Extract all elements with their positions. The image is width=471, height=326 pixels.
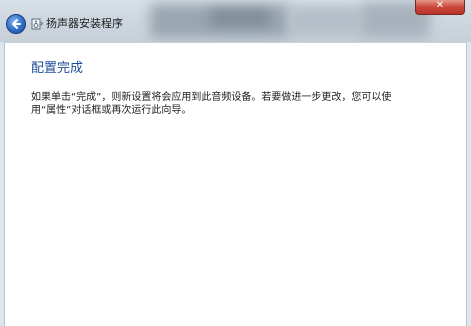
close-icon: ✕ [435,0,445,11]
title-bar: ✕ 扬声器安装程序 [0,0,471,42]
wizard-content: 配置完成 如果单击“完成”，则新设置将会应用到此音频设备。若要做进一步更改，您可… [4,42,467,326]
back-button[interactable] [6,14,26,34]
speaker-wizard-icon [31,18,43,30]
window-title: 扬声器安装程序 [46,17,123,30]
description-text: 如果单击“完成”，则新设置将会应用到此音频设备。若要做进一步更改，您可以使用“属… [31,92,392,116]
close-button[interactable]: ✕ [415,0,465,15]
wizard-window: ✕ 扬声器安装程序 配置完成 如果单击“完成”，则新设置将会应用到此音频设备。若… [0,0,471,326]
back-arrow-icon [12,19,21,29]
background-blur [290,6,360,36]
page-heading: 配置完成 [31,61,84,76]
background-blur [210,10,270,26]
